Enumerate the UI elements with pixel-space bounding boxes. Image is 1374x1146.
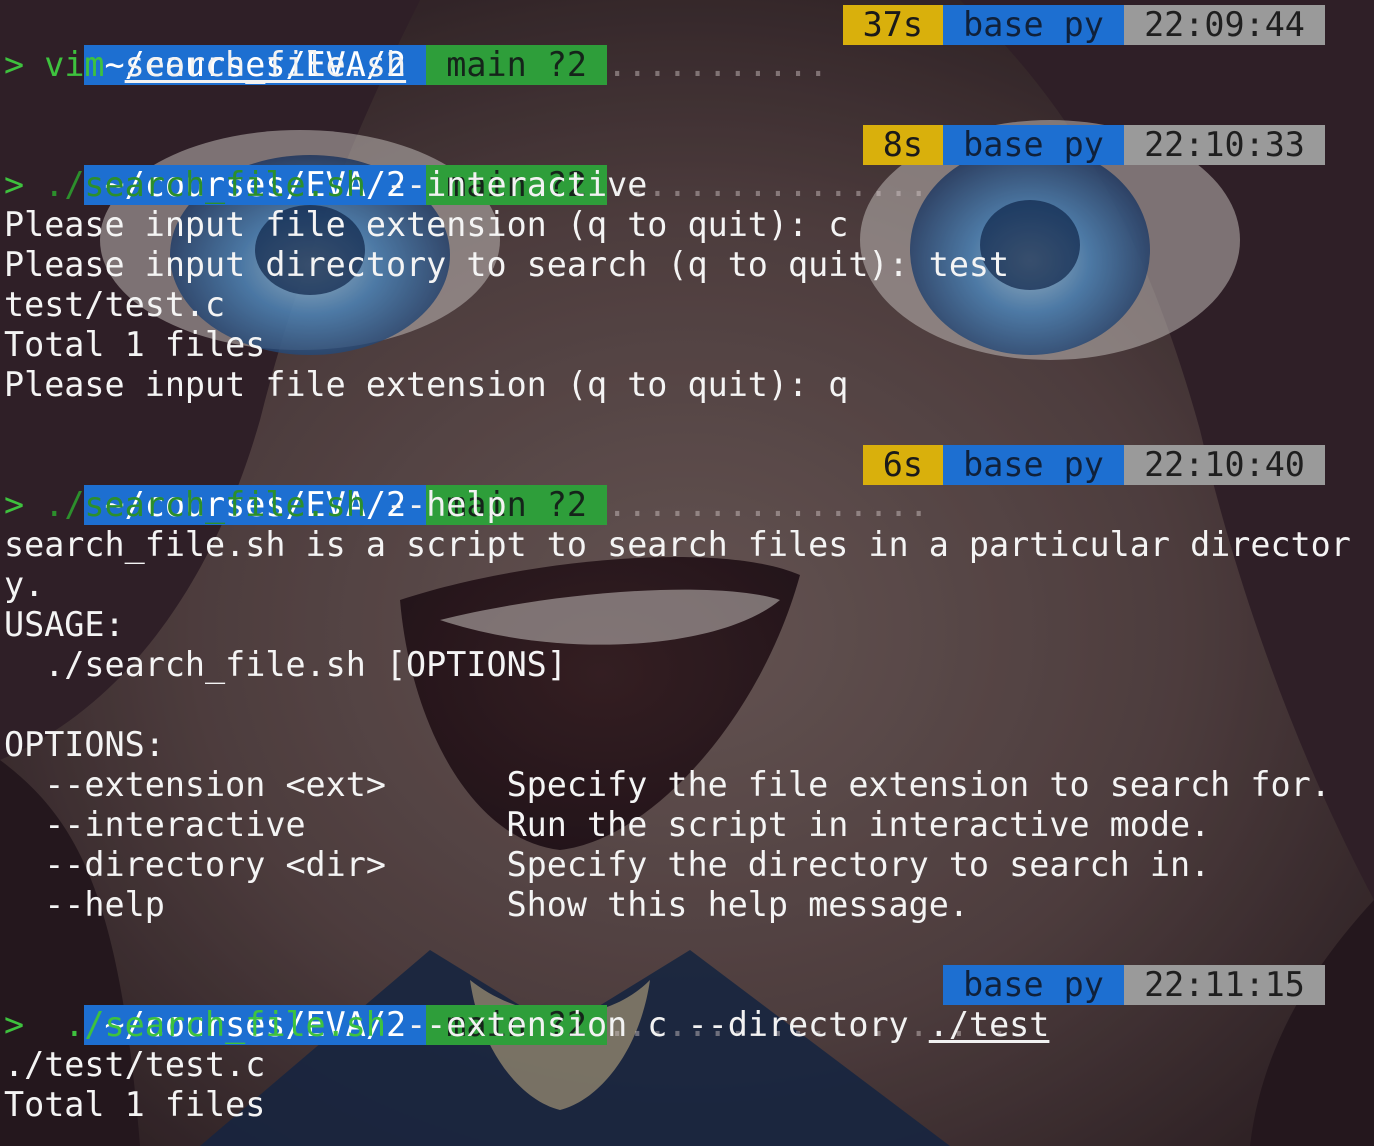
prompt-status-bar: ~/courses/EVA/2 main ?2 ................… xyxy=(4,125,1370,205)
prompt-arrow-icon: > xyxy=(4,165,25,204)
output-line: Please input file extension (q to quit):… xyxy=(4,365,849,404)
output-line: ./test/test.c xyxy=(4,1045,266,1084)
terminal-window[interactable]: ~/courses/EVA/2 main ?2 ........... 37s … xyxy=(4,5,1370,1125)
help-line: y. xyxy=(4,565,45,604)
command-argument: --extension c --directory xyxy=(406,1005,909,1044)
command-argument: --interactive xyxy=(385,165,648,204)
prompt-clock-segment: 22:10:40 xyxy=(1123,445,1325,485)
prompt-status-bar: ~/courses/EVA/2 main ?2 ................… xyxy=(4,445,1370,525)
prompt-arrow-icon: > xyxy=(4,485,25,524)
prompt-arrow-icon: > xyxy=(4,1005,25,1044)
command-name: ./search_file.sh xyxy=(44,485,366,524)
command-line: > ./search_file.sh --help xyxy=(4,485,1370,525)
prompt-right-segments: 8s base py 22:10:33 xyxy=(862,125,1325,165)
prompt-right-segments: 6s base py 22:10:40 xyxy=(862,445,1325,485)
command-line: > vim search_file.sh xyxy=(4,45,1370,85)
help-line: USAGE: xyxy=(4,605,125,644)
help-line: OPTIONS: xyxy=(4,725,165,764)
help-line: search_file.sh is a script to search fil… xyxy=(4,525,1351,564)
prompt-right-segments: base py 22:11:15 xyxy=(943,965,1325,1005)
help-line xyxy=(4,685,1370,725)
prompt-env-segment: base py xyxy=(943,125,1124,165)
prompt-env-segment: base py xyxy=(943,445,1124,485)
help-option-line: --interactive Run the script in interact… xyxy=(4,805,1211,844)
prompt-status-bar: ~/courses/EVA/2 main ?2 ........... 37s … xyxy=(4,5,1370,85)
help-option-line: --directory <dir> Specify the directory … xyxy=(4,845,1211,884)
prompt-env-segment: base py xyxy=(943,965,1124,1005)
output-line: test/test.c xyxy=(4,285,226,324)
output-line: Please input file extension (q to quit):… xyxy=(4,205,849,244)
prompt-duration-segment: 6s xyxy=(862,445,944,485)
output-line: Please input directory to search (q to q… xyxy=(4,245,1010,284)
output-line: Total 1 files xyxy=(4,1085,266,1124)
command-name: vim xyxy=(44,45,105,84)
prompt-clock-segment: 22:11:15 xyxy=(1123,965,1325,1005)
prompt-clock-segment: 22:09:44 xyxy=(1123,5,1325,45)
help-option-line: --help Show this help message. xyxy=(4,885,969,924)
prompt-arrow-icon: > xyxy=(4,45,25,84)
help-line: ./search_file.sh [OPTIONS] xyxy=(4,645,567,684)
command-argument: --help xyxy=(385,485,507,524)
prompt-right-segments: 37s base py 22:09:44 xyxy=(842,5,1325,45)
command-path-argument[interactable]: ./test xyxy=(929,1005,1050,1045)
command-argument[interactable]: search_file.sh xyxy=(125,45,406,85)
prompt-duration-segment: 8s xyxy=(862,125,944,165)
prompt-duration-segment: 37s xyxy=(842,5,944,45)
command-name: ./search_file.sh xyxy=(44,165,366,204)
command-line: > ./search_file.sh --interactive xyxy=(4,165,1370,205)
prompt-status-bar: ~/courses/EVA/2 main ?2 ................… xyxy=(4,965,1370,1045)
command-name: ./search_file.sh xyxy=(44,1005,386,1044)
prompt-clock-segment: 22:10:33 xyxy=(1123,125,1325,165)
output-line: Total 1 files xyxy=(4,325,266,364)
help-option-line: --extension <ext> Specify the file exten… xyxy=(4,765,1331,804)
command-line: > ./search_file.sh --extension c --direc… xyxy=(4,1005,1370,1045)
prompt-env-segment: base py xyxy=(943,5,1124,45)
